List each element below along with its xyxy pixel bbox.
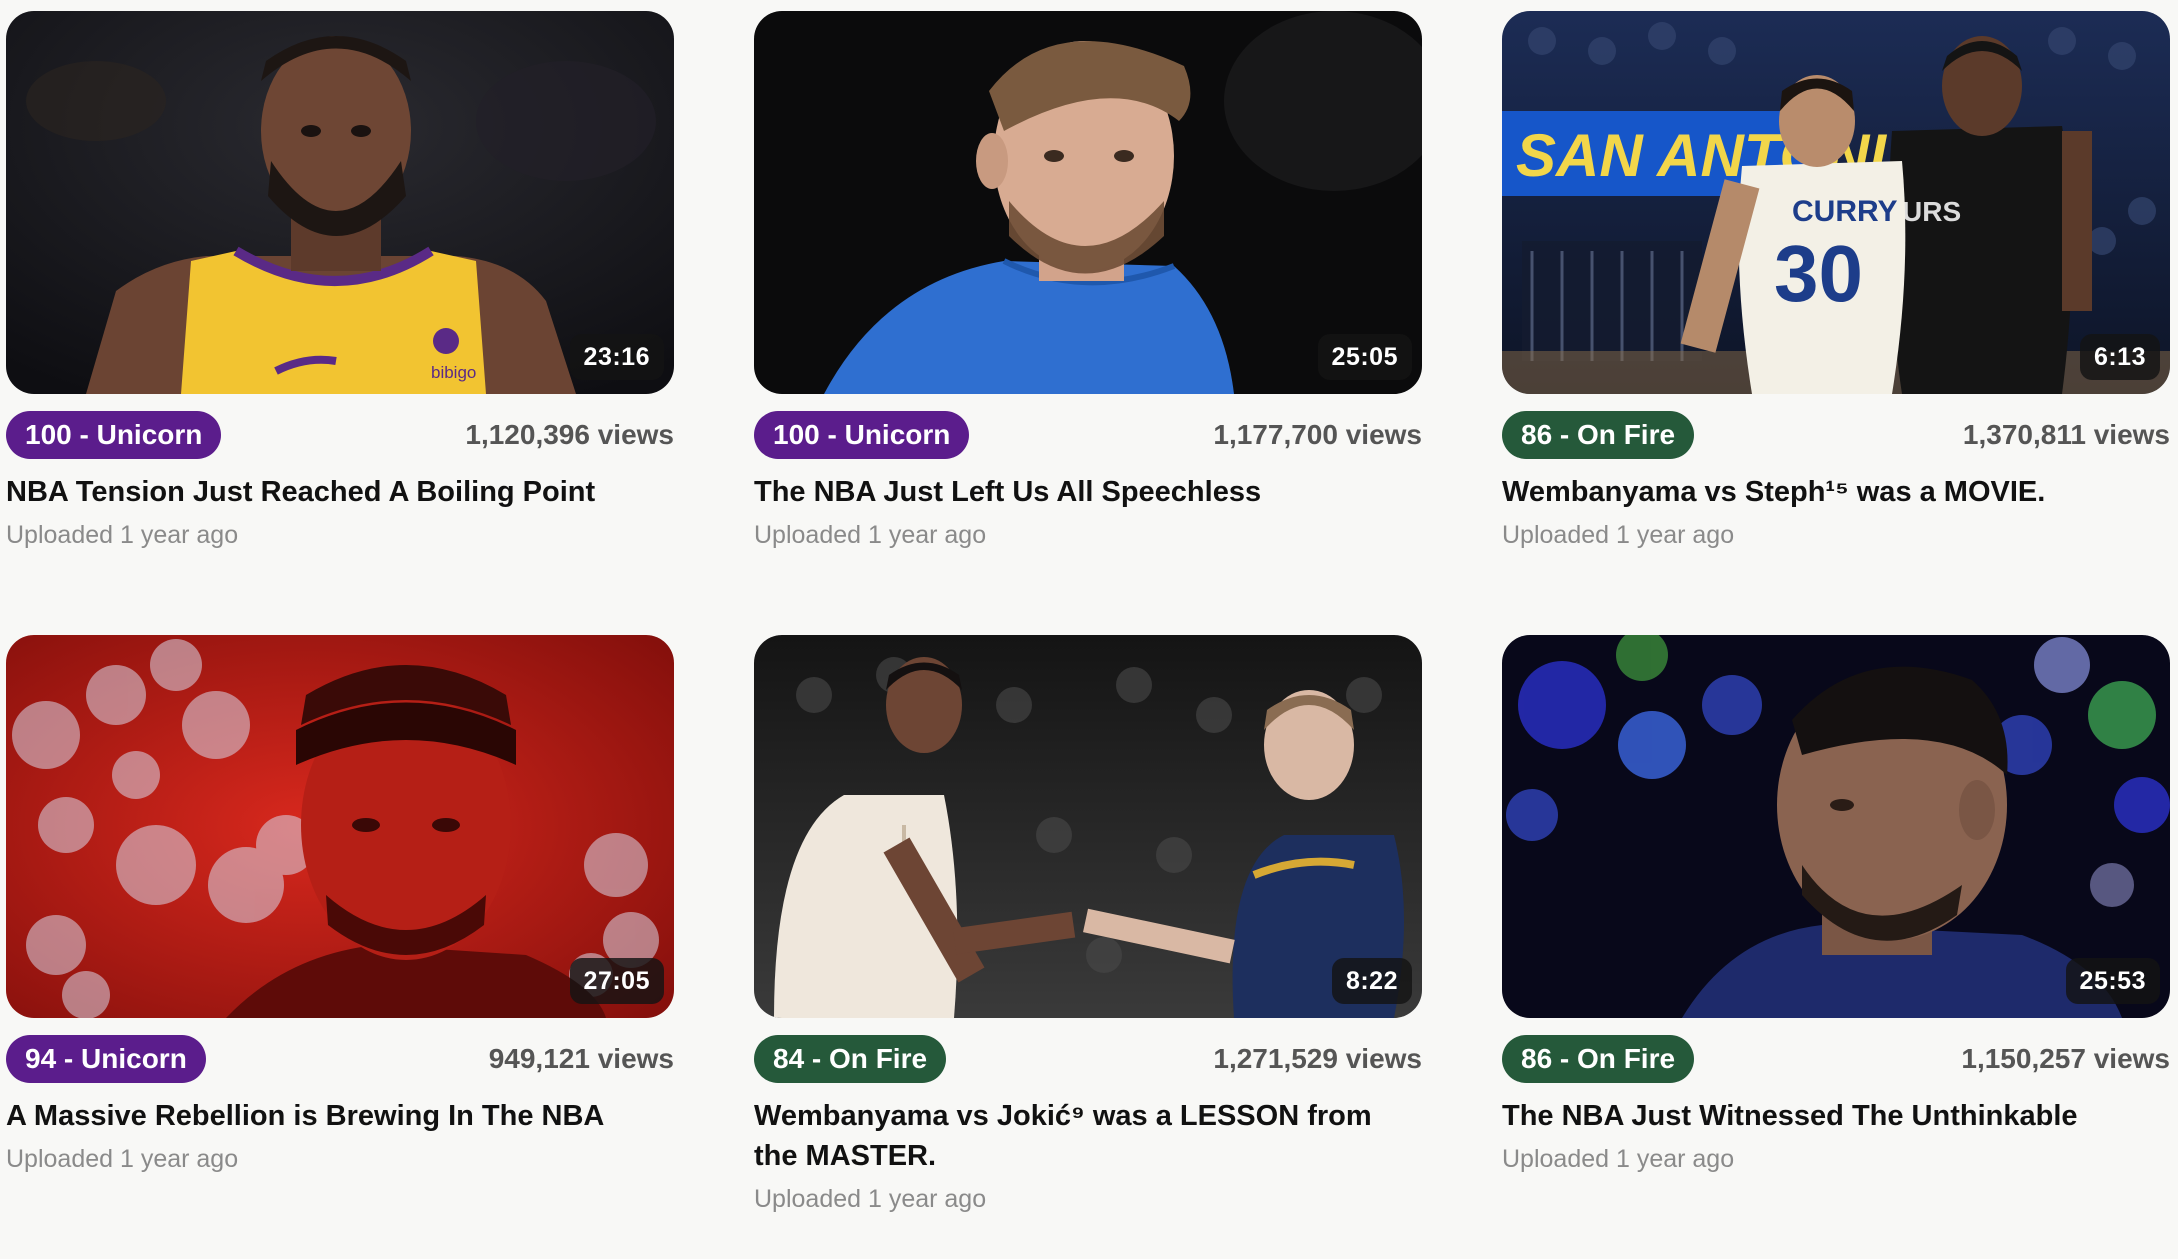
video-card[interactable]: 8:22 84 - On Fire 1,271,529 views Wemban…: [754, 635, 1422, 1259]
video-title[interactable]: Wembanyama vs Steph¹⁵ was a MOVIE.: [1502, 472, 2170, 512]
video-card[interactable]: bibigo 23:16 100 - Unicorn 1,120,396 vie…: [6, 11, 674, 635]
video-card[interactable]: 25:53 86 - On Fire 1,150,257 views The N…: [1502, 635, 2170, 1259]
video-title[interactable]: NBA Tension Just Reached A Boiling Point: [6, 472, 674, 512]
video-thumbnail[interactable]: 25:05: [754, 11, 1422, 394]
video-title[interactable]: The NBA Just Left Us All Speechless: [754, 472, 1422, 512]
video-thumbnail[interactable]: bibigo 23:16: [6, 11, 674, 394]
svg-text:URS: URS: [1902, 196, 1961, 227]
video-thumbnail[interactable]: SAN ANTONI URS CURRY 30 6:13: [1502, 11, 2170, 394]
video-duration: 25:05: [1317, 334, 1412, 380]
view-count: 1,177,700 views: [1213, 419, 1422, 450]
upload-date: Uploaded 1 year ago: [1502, 1145, 1735, 1173]
view-count: 949,121 views: [488, 1043, 674, 1074]
video-duration: 25:53: [2065, 958, 2160, 1004]
view-count: 1,120,396 views: [465, 419, 674, 450]
svg-text:CURRY: CURRY: [1792, 195, 1898, 228]
view-count: 1,370,811 views: [1962, 419, 2170, 450]
video-meta-row: 100 - Unicorn 1,120,396 views: [6, 410, 674, 460]
svg-text:30: 30: [1774, 229, 1863, 318]
score-badge[interactable]: 84 - On Fire: [754, 1035, 947, 1083]
video-title[interactable]: Wembanyama vs Jokić⁹ was a LESSON from t…: [754, 1096, 1422, 1176]
upload-date: Uploaded 1 year ago: [1502, 521, 1735, 549]
video-title[interactable]: A Massive Rebellion is Brewing In The NB…: [6, 1096, 674, 1136]
video-card[interactable]: 27:05 94 - Unicorn 949,121 views A Massi…: [6, 635, 674, 1259]
video-thumbnail[interactable]: 25:53: [1502, 635, 2170, 1018]
svg-text:bibigo: bibigo: [431, 363, 476, 382]
upload-date: Uploaded 1 year ago: [754, 521, 987, 549]
thumbnail-image-wemby-curry: SAN ANTONI URS CURRY 30: [1502, 11, 2170, 394]
upload-date: Uploaded 1 year ago: [6, 521, 239, 549]
score-badge[interactable]: 86 - On Fire: [1502, 411, 1695, 459]
video-meta-row: 86 - On Fire 1,150,257 views: [1502, 1034, 2170, 1084]
video-duration: 27:05: [569, 958, 664, 1004]
view-count: 1,271,529 views: [1213, 1043, 1422, 1074]
video-duration: 23:16: [569, 334, 664, 380]
score-badge[interactable]: 86 - On Fire: [1502, 1035, 1695, 1083]
video-title[interactable]: The NBA Just Witnessed The Unthinkable: [1502, 1096, 2170, 1136]
video-thumbnail[interactable]: 8:22: [754, 635, 1422, 1018]
video-meta-row: 100 - Unicorn 1,177,700 views: [754, 410, 1422, 460]
video-grid: bibigo 23:16 100 - Unicorn 1,120,396 vie…: [6, 11, 2172, 1259]
upload-date: Uploaded 1 year ago: [754, 1185, 987, 1213]
video-meta-row: 86 - On Fire 1,370,811 views: [1502, 410, 2170, 460]
video-duration: 8:22: [1331, 958, 1412, 1004]
video-meta-row: 84 - On Fire 1,271,529 views: [754, 1034, 1422, 1084]
thumbnail-image-wemby-jokic: [754, 635, 1422, 1018]
video-duration: 6:13: [2079, 334, 2160, 380]
video-card[interactable]: SAN ANTONI URS CURRY 30 6:13 86 - On Fir…: [1502, 11, 2170, 635]
view-count: 1,150,257 views: [1961, 1043, 2170, 1074]
score-badge[interactable]: 100 - Unicorn: [6, 411, 222, 459]
upload-date: Uploaded 1 year ago: [6, 1145, 239, 1173]
video-card[interactable]: 25:05 100 - Unicorn 1,177,700 views The …: [754, 11, 1422, 635]
video-meta-row: 94 - Unicorn 949,121 views: [6, 1034, 674, 1084]
score-badge[interactable]: 100 - Unicorn: [754, 411, 970, 459]
video-thumbnail[interactable]: 27:05: [6, 635, 674, 1018]
score-badge[interactable]: 94 - Unicorn: [6, 1035, 206, 1083]
